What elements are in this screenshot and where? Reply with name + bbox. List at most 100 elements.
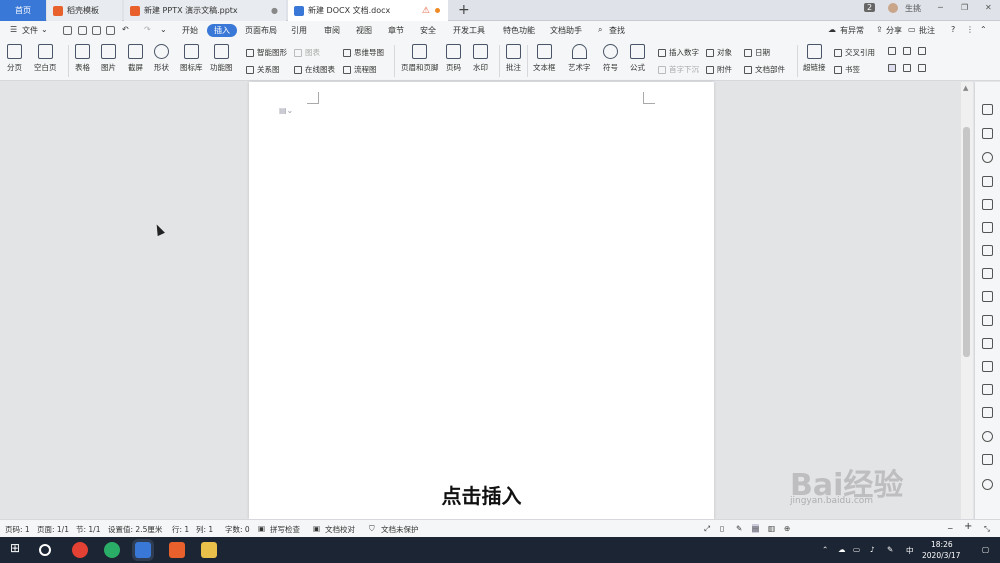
close-icon[interactable]: ● (271, 6, 278, 15)
search-icon[interactable]: ⌕ (598, 25, 602, 35)
smart-art-button[interactable]: 智能图形 (246, 47, 287, 58)
wechat-icon[interactable] (104, 542, 120, 558)
tab-pptx[interactable]: 新建 PPTX 演示文稿.pptx ● (124, 0, 286, 21)
protect-status[interactable]: 文档未保护 (381, 524, 419, 535)
menu-page-layout[interactable]: 页面布局 (245, 25, 277, 36)
form-control-4[interactable] (888, 64, 899, 72)
search-button[interactable]: 查找 (609, 25, 625, 36)
file-menu[interactable]: 文件 (22, 25, 38, 36)
pen-icon[interactable] (982, 104, 993, 115)
status-section[interactable]: 节: 1/1 (76, 524, 100, 535)
menu-insert[interactable]: 插入 (207, 24, 237, 37)
menu-chapter[interactable]: 章节 (388, 25, 404, 36)
help-circle-icon[interactable] (982, 479, 993, 490)
comment-button[interactable]: 批注 (919, 25, 935, 36)
volume-icon[interactable]: ♪ (870, 545, 875, 554)
notification-icon[interactable]: ▢ (982, 545, 989, 554)
header-footer-button[interactable]: 页眉和页脚 (401, 44, 439, 73)
screenshot-button[interactable]: 截屏 (128, 44, 143, 73)
shape-button[interactable]: 形状 (154, 44, 169, 73)
scroll-up-icon[interactable]: ▲ (963, 84, 968, 92)
copy-icon[interactable] (982, 315, 993, 326)
status-row[interactable]: 行: 1 (172, 524, 189, 535)
print-icon[interactable] (92, 26, 101, 35)
network-icon[interactable]: ▭ (853, 545, 860, 554)
menu-home[interactable]: 开始 (182, 25, 198, 36)
zoom-out-icon[interactable]: ─ (948, 524, 953, 533)
save-icon[interactable] (63, 26, 72, 35)
redo-icon[interactable]: ↷ (144, 25, 151, 34)
export-icon[interactable] (78, 26, 87, 35)
page-number-button[interactable]: 页码 (446, 44, 461, 73)
export-doc-icon[interactable] (982, 338, 993, 349)
page-view-icon[interactable]: ▤ (752, 524, 760, 533)
grid-icon[interactable] (982, 222, 993, 233)
ime-indicator[interactable]: 中 (906, 545, 914, 556)
form-control-1[interactable] (888, 47, 899, 55)
page-break-button[interactable]: 分页 (7, 44, 22, 73)
help-icon[interactable]: ? (951, 25, 955, 34)
bookmark-button[interactable]: 书签 (834, 64, 860, 75)
file-explorer-icon[interactable] (201, 542, 217, 558)
tab-home[interactable]: 首页 (0, 0, 46, 21)
edit-icon[interactable]: ✎ (736, 524, 742, 533)
mind-map-button[interactable]: 思维导图 (343, 47, 384, 58)
maximize-button[interactable]: ❐ (961, 3, 968, 12)
menu-review[interactable]: 审阅 (324, 25, 340, 36)
tab-docx[interactable]: 新建 DOCX 文档.docx ⚠ (288, 0, 448, 21)
chart-button[interactable]: 图表 (294, 47, 320, 58)
settings-sliders-icon[interactable] (982, 291, 993, 302)
tray-chevron-icon[interactable]: ⌃ (822, 545, 828, 554)
watermark-button[interactable]: 水印 (473, 44, 488, 73)
online-chart-button[interactable]: 在线图表 (294, 64, 335, 75)
doc-parts-button[interactable]: 文档部件 (744, 64, 785, 75)
zoom-in-icon[interactable]: + (964, 521, 972, 532)
paste-options-icon[interactable]: ▤⌄ (279, 106, 293, 115)
menu-security[interactable]: 安全 (420, 25, 436, 36)
tray-app-icon[interactable]: ☁ (838, 545, 846, 554)
menu-features[interactable]: 特色功能 (503, 25, 535, 36)
cross-reference-button[interactable]: 交叉引用 (834, 47, 875, 58)
status-word-count[interactable]: 字数: 0 (225, 524, 250, 535)
search-circle-icon[interactable] (39, 544, 51, 556)
fullscreen-icon[interactable]: ⤢ (704, 524, 710, 534)
apps-icon[interactable] (982, 245, 993, 256)
status-page[interactable]: 页码: 1 (5, 524, 30, 535)
drop-cap-button[interactable]: 首字下沉 (658, 64, 699, 75)
wps-presentation-icon[interactable] (169, 542, 185, 558)
wps-writer-icon[interactable] (135, 542, 151, 558)
symbol-button[interactable]: 符号 (603, 44, 618, 73)
style-icon[interactable] (982, 199, 993, 210)
word-art-button[interactable]: 艺术字 (568, 44, 591, 73)
chevron-down-icon[interactable]: ⌄ (41, 25, 48, 34)
undo-icon[interactable]: ↶ (122, 25, 129, 34)
document-icon[interactable] (982, 454, 993, 465)
web-view-icon[interactable]: ⊕ (784, 524, 790, 533)
spellcheck-button[interactable]: 拼写检查 (270, 524, 300, 535)
form-control-5[interactable] (903, 64, 914, 72)
menu-doc-assistant[interactable]: 文档助手 (550, 25, 582, 36)
chart-bars-icon[interactable] (982, 268, 993, 279)
status-setting[interactable]: 设置值: 2.5厘米 (108, 524, 162, 535)
menu-developer[interactable]: 开发工具 (453, 25, 485, 36)
hamburger-icon[interactable]: ☰ (10, 25, 17, 34)
date-button[interactable]: 日期 (744, 47, 770, 58)
clock-date[interactable]: 2020/3/17 (922, 551, 960, 560)
function-chart-button[interactable]: 功能图 (210, 44, 233, 73)
vertical-scrollbar[interactable]: ▲ (961, 82, 973, 519)
close-window-button[interactable]: ✕ (985, 3, 992, 12)
insert-number-button[interactable]: 插入数字 (658, 47, 699, 58)
attachment-button[interactable]: 附件 (706, 64, 732, 75)
picture-button[interactable]: 图片 (101, 44, 116, 73)
location-icon[interactable] (982, 152, 993, 163)
outline-view-icon[interactable]: ▥ (768, 524, 775, 533)
status-pages[interactable]: 页面: 1/1 (37, 524, 69, 535)
status-col[interactable]: 列: 1 (196, 524, 213, 535)
select-icon[interactable] (982, 128, 993, 139)
chrome-icon[interactable] (72, 542, 88, 558)
tab-docer-templates[interactable]: 稻壳模板 (47, 0, 122, 21)
flowchart-button[interactable]: 流程图 (343, 64, 377, 75)
share-button[interactable]: 分享 (886, 25, 902, 36)
windows-start-icon[interactable]: ⊞ (10, 541, 20, 555)
scrollbar-thumb[interactable] (963, 127, 970, 357)
